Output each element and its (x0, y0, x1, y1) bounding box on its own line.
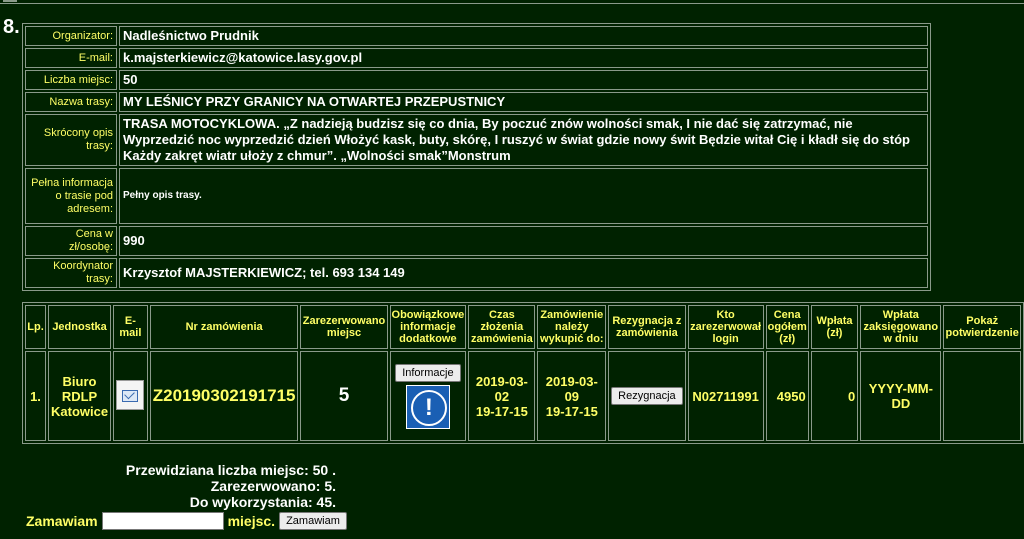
price-value: 990 (119, 226, 928, 256)
route-name-row: Nazwa trasy: MY LEŚNICY PRZY GRANICY NA … (25, 92, 928, 112)
row-email (113, 351, 148, 441)
full-info-row: Pełna informacja o trasie pod adresem: P… (25, 168, 928, 224)
orders-table: Lp. Jednostka E-mail Nr zamówienia Zarez… (22, 302, 1024, 444)
row-total: 4950 (765, 351, 809, 441)
coordinator-row: Koordynator trasy: Krzysztof MAJSTERKIEW… (25, 258, 928, 288)
exclamation-icon[interactable]: ! (405, 384, 450, 429)
row-created: 2019-03-02 19-17-15 (468, 351, 536, 441)
expected-seats: Przewidziana liczba miejsc: 50 . (125, 462, 336, 478)
header-created: Czas złożenia zamówienia (468, 305, 536, 349)
header-unit: Jednostka (48, 305, 112, 349)
seats-row: Liczba miejsc: 50 (25, 70, 928, 90)
seats-label: Liczba miejsc: (25, 70, 117, 90)
table-row: 1. Biuro RDLP Katowice Z20190302191715 5… (25, 351, 1021, 441)
header-lp: Lp. (25, 305, 46, 349)
seats-input[interactable] (101, 512, 224, 530)
full-info-link[interactable]: Pełny opis trasy. (119, 168, 928, 224)
coordinator-value: Krzysztof MAJSTERKIEWICZ; tel. 693 134 1… (119, 258, 928, 288)
row-mandatory-info: Informacje ! (389, 351, 467, 441)
row-login: N02711991 (687, 351, 764, 441)
order-suffix: miejsc. (227, 513, 276, 529)
order-prefix: Zamawiam (26, 513, 98, 529)
created-date: 2019-03-02 (475, 373, 528, 404)
header-mandatory-info: Obowiązkowe informacje dodatkowe (389, 305, 467, 349)
header-cancel: Rezygnacja z zamówienia (608, 305, 686, 349)
row-due: 2019-03-09 19-17-15 (537, 351, 607, 441)
email-row: E-mail: k.majsterkiewicz@katowice.lasy.g… (25, 48, 928, 68)
full-info-label: Pełna informacja o trasie pod adresem: (25, 168, 117, 224)
short-desc-label: Skrócony opis trasy: (25, 114, 117, 166)
row-reserved: 5 (300, 351, 388, 441)
info-button[interactable]: Informacje (395, 363, 461, 382)
price-label: Cena w zł/osobę: (25, 226, 117, 256)
email-value: k.majsterkiewicz@katowice.lasy.gov.pl (119, 48, 928, 68)
organizer-value: Nadleśnictwo Prudnik (119, 26, 928, 46)
mail-icon[interactable] (116, 379, 145, 410)
header-reserved: Zarezerwowano miejsc (300, 305, 388, 349)
header-paid: Wpłata (zł) (810, 305, 859, 349)
route-name-value: MY LEŚNICY PRZY GRANICY NA OTWARTEJ PRZE… (119, 92, 928, 112)
organizer-label: Organizator: (25, 26, 117, 46)
header-due: Zamówienie należy wykupić do: (537, 305, 607, 349)
header-order-no: Nr zamówienia (149, 305, 299, 349)
orders-header-row: Lp. Jednostka E-mail Nr zamówienia Zarez… (25, 305, 1021, 349)
row-cancel: Rezygnacja (608, 351, 686, 441)
header-booked-on: Wpłata zaksięgowano w dniu (860, 305, 942, 349)
row-unit: Biuro RDLP Katowice (48, 351, 112, 441)
row-booked-on: YYYY-MM-DD (860, 351, 942, 441)
top-decoration (3, 0, 17, 2)
header-email: E-mail (113, 305, 148, 349)
price-row: Cena w zł/osobę: 990 (25, 226, 928, 256)
section-number: 8. (3, 16, 20, 38)
short-desc-value: TRASA MOTOCYKLOWA. „Z nadzieją budzisz s… (119, 114, 928, 166)
due-date: 2019-03-09 (545, 373, 598, 404)
email-label: E-mail: (25, 48, 117, 68)
top-divider (0, 3, 1024, 4)
order-button[interactable]: Zamawiam (279, 512, 347, 530)
due-time: 19-17-15 (545, 403, 598, 419)
created-time: 19-17-15 (475, 403, 528, 419)
available-seats: Do wykorzystania: 45. (189, 494, 336, 510)
row-order-no: Z20190302191715 (149, 351, 299, 441)
reserved-seats: Zarezerwowano: 5. (210, 478, 336, 494)
order-form: Zamawiam miejsc. Zamawiam (26, 512, 347, 530)
seat-summary: Przewidziana liczba miejsc: 50 . Zarezer… (126, 462, 336, 510)
route-name-label: Nazwa trasy: (25, 92, 117, 112)
row-confirmation[interactable] (943, 351, 1021, 441)
row-paid: 0 (810, 351, 859, 441)
seats-value: 50 (119, 70, 928, 90)
short-desc-row: Skrócony opis trasy: TRASA MOTOCYKLOWA. … (25, 114, 928, 166)
route-info-table: Organizator: Nadleśnictwo Prudnik E-mail… (22, 23, 931, 291)
header-total: Cena ogółem (zł) (765, 305, 809, 349)
coordinator-label: Koordynator trasy: (25, 258, 117, 288)
cancel-button[interactable]: Rezygnacja (611, 387, 683, 405)
header-confirmation: Pokaż potwierdzenie (943, 305, 1021, 349)
header-login: Kto zarezerwował login (687, 305, 764, 349)
organizer-row: Organizator: Nadleśnictwo Prudnik (25, 26, 928, 46)
row-lp: 1. (25, 351, 46, 441)
